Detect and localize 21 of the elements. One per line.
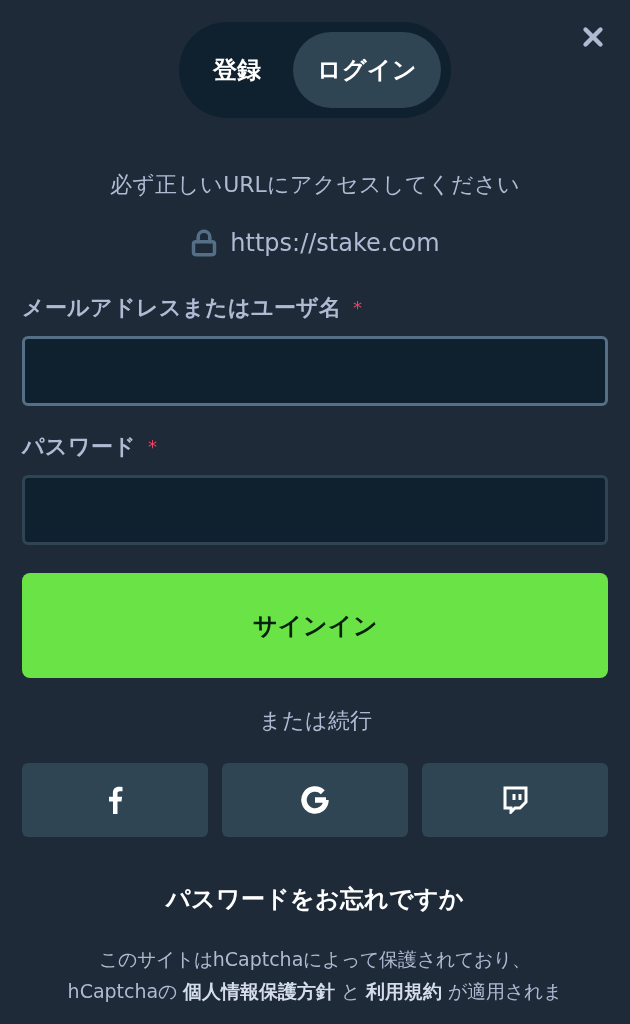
field-label: パスワード bbox=[22, 433, 136, 461]
twitch-icon bbox=[502, 786, 528, 814]
sign-in-button[interactable]: サインイン bbox=[22, 573, 608, 678]
field-label: メールアドレスまたはユーザ名 bbox=[22, 294, 341, 322]
forgot-password-link[interactable]: パスワードをお忘れですか bbox=[166, 881, 464, 917]
divider-text: または続行 bbox=[258, 707, 372, 735]
privacy-policy-link[interactable]: 個人情報保護方針 bbox=[183, 980, 336, 1002]
site-url: https://stake.com bbox=[230, 228, 440, 259]
input-field[interactable] bbox=[22, 336, 608, 406]
terms-link[interactable]: 利用規約 bbox=[366, 980, 443, 1002]
input-field[interactable] bbox=[22, 475, 608, 545]
google-icon bbox=[300, 785, 330, 815]
lock-icon bbox=[190, 229, 219, 257]
social-login-button[interactable] bbox=[222, 763, 408, 837]
url-notice: 必ず正しいURLにアクセスしてください bbox=[110, 171, 520, 199]
required-mark: * bbox=[353, 296, 362, 320]
required-mark: * bbox=[148, 435, 157, 459]
tab[interactable]: ログイン bbox=[293, 32, 441, 108]
facebook-icon bbox=[107, 786, 123, 814]
captcha-notice: このサイトはhCaptchaによって保護されており、 hCaptchaの 個人情報保護方針 と 利用規約 が適用されま bbox=[67, 947, 563, 1004]
tab[interactable]: 登録 bbox=[189, 32, 285, 108]
